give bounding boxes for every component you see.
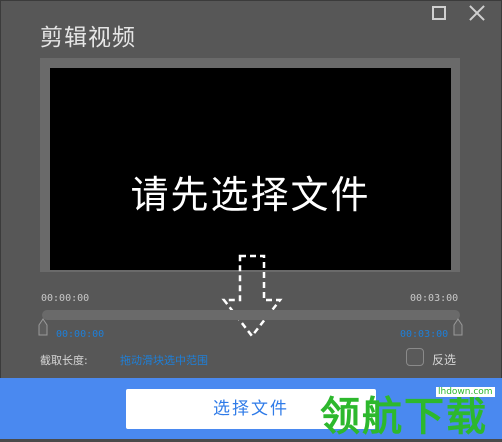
- invert-selection-checkbox[interactable]: [406, 348, 424, 366]
- range-end-handle[interactable]: [453, 318, 463, 336]
- window-title: 剪辑视频: [40, 25, 136, 51]
- watermark-logo: 领航下载 lhdown.com: [320, 384, 498, 440]
- timeline-start-time: 00:00:00: [41, 293, 90, 304]
- video-placeholder-text: 请先选择文件: [130, 173, 371, 217]
- timeline-track[interactable]: [42, 310, 460, 320]
- maximize-icon[interactable]: [432, 6, 446, 20]
- selection-end-time: 00:03:00: [400, 329, 449, 340]
- drag-slider-hint[interactable]: 拖动滑块选中范围: [120, 352, 208, 368]
- arrow-down-icon: [221, 254, 283, 339]
- close-icon[interactable]: [466, 2, 488, 24]
- timeline-end-time: 00:03:00: [410, 293, 459, 304]
- video-preview: 请先选择文件: [50, 68, 451, 270]
- clip-length-label: 截取长度:: [40, 354, 88, 367]
- invert-selection-label: 反选: [432, 353, 457, 367]
- range-start-handle[interactable]: [38, 318, 48, 336]
- watermark-url: lhdown.com: [436, 387, 495, 397]
- selection-start-time: 00:00:00: [56, 329, 105, 340]
